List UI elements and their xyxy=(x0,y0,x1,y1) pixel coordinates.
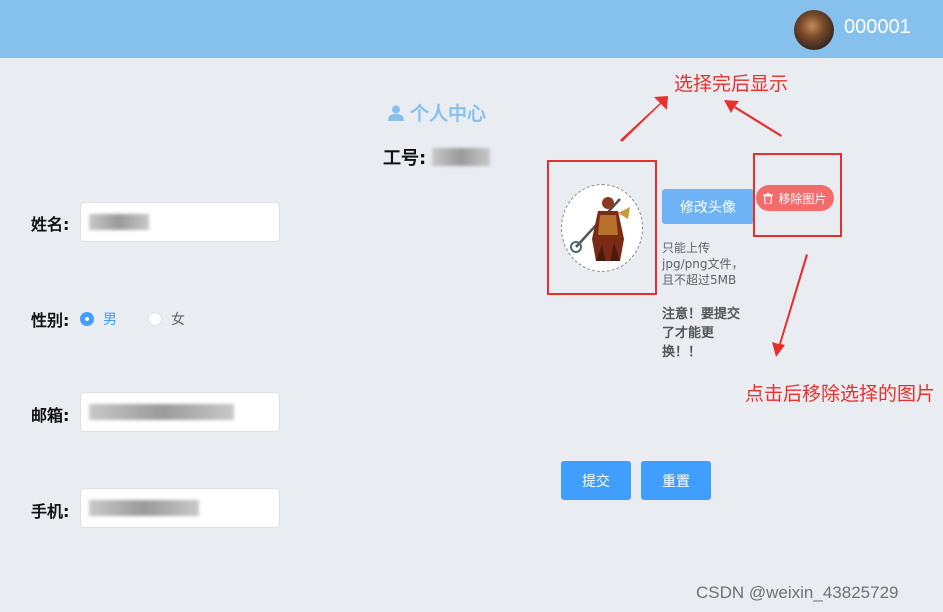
annotation-arrows xyxy=(620,96,808,357)
watermark: CSDN @weixin_43825729 xyxy=(696,583,899,602)
arrow-down xyxy=(772,254,808,357)
arrow-right xyxy=(724,100,782,137)
arrow-left xyxy=(620,96,668,142)
